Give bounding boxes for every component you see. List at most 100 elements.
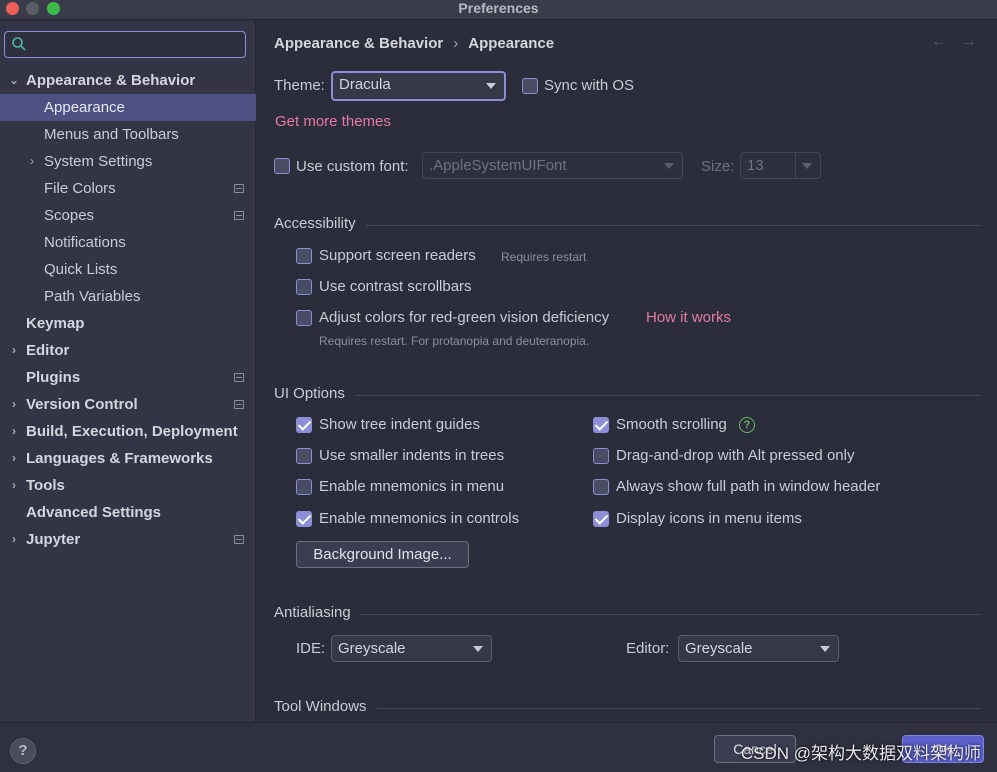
tool-windows-title: Tool Windows <box>274 698 377 715</box>
project-level-icon <box>234 184 244 193</box>
sidebar-item-label: Advanced Settings <box>26 504 162 521</box>
menu-icons-checkbox[interactable] <box>593 511 609 527</box>
smooth-scrolling-checkbox[interactable] <box>593 417 609 433</box>
chevron-down-icon <box>820 646 830 652</box>
full-path-header-checkbox[interactable] <box>593 479 609 495</box>
sidebar-item-label: Notifications <box>44 234 126 251</box>
sidebar-item-quick-lists[interactable]: Quick Lists <box>0 256 256 283</box>
theme-label: Theme: <box>274 77 325 94</box>
sidebar-item-tools[interactable]: › Tools <box>0 472 256 499</box>
chevron-right-icon[interactable]: › <box>8 337 20 364</box>
color-deficiency-note: Requires restart. For protanopia and deu… <box>319 334 590 348</box>
help-icon[interactable]: ? <box>739 417 755 433</box>
theme-dropdown[interactable]: Dracula <box>331 71 506 101</box>
search-icon <box>12 37 26 51</box>
accessibility-section: Accessibility <box>274 215 981 235</box>
sidebar-item-file-colors[interactable]: File Colors <box>0 175 256 202</box>
get-more-themes-link[interactable]: Get more themes <box>275 113 391 130</box>
color-deficiency-checkbox[interactable] <box>296 310 312 326</box>
sidebar-item-keymap[interactable]: Keymap <box>0 310 256 337</box>
search-input[interactable] <box>4 31 246 58</box>
sidebar-item-label: Keymap <box>26 315 85 332</box>
project-level-icon <box>234 400 244 409</box>
mnemonics-menu-checkbox[interactable] <box>296 479 312 495</box>
settings-panel: Appearance & Behavior › Appearance ← → Them… <box>257 21 997 722</box>
sidebar-item-label: Plugins <box>26 369 81 386</box>
theme-value: Dracula <box>339 76 391 93</box>
font-dropdown[interactable]: .AppleSystemUIFont <box>422 152 683 179</box>
editor-antialiasing-dropdown[interactable]: Greyscale <box>678 635 839 662</box>
sidebar-item-appearance[interactable]: Appearance <box>0 94 256 121</box>
sidebar-item-version-control[interactable]: › Version Control <box>0 391 256 418</box>
mnemonics-controls-checkbox[interactable] <box>296 511 312 527</box>
accessibility-title: Accessibility <box>274 215 366 232</box>
settings-tree: ⌄ Appearance & Behavior Appearance Menus an… <box>0 67 256 553</box>
sidebar-item-menus-and-toolbars[interactable]: Menus and Toolbars <box>0 121 256 148</box>
back-arrow-icon[interactable]: ← <box>931 33 947 50</box>
breadcrumb-parent[interactable]: Appearance & Behavior <box>274 35 443 52</box>
screen-readers-checkbox[interactable] <box>296 248 312 264</box>
section-divider <box>274 708 981 709</box>
dialog-footer: ? Cancel OK CSDN @架构大数据双料架构师 <box>0 722 997 772</box>
watermark-text: CSDN @架构大数据双料架构师 <box>740 744 981 763</box>
forward-arrow-icon[interactable]: → <box>961 33 977 50</box>
sidebar-item-advanced-settings[interactable]: Advanced Settings <box>0 499 256 526</box>
chevron-right-icon[interactable]: › <box>8 445 20 472</box>
project-level-icon <box>234 535 244 544</box>
chevron-right-icon[interactable]: › <box>8 526 20 553</box>
sidebar-item-path-variables[interactable]: Path Variables <box>0 283 256 310</box>
sidebar-item-label: Editor <box>26 342 70 359</box>
breadcrumb-separator: › <box>453 35 459 52</box>
sync-with-os-checkbox[interactable] <box>522 78 538 94</box>
ide-antialiasing-value: Greyscale <box>338 640 406 657</box>
color-deficiency-label: Adjust colors for red-green vision defic… <box>319 309 610 326</box>
sync-with-os-label: Sync with OS <box>544 77 635 94</box>
combo-divider <box>795 153 796 178</box>
chevron-right-icon[interactable]: › <box>8 391 20 418</box>
sidebar-item-label: Quick Lists <box>44 261 118 278</box>
chevron-down-icon <box>664 163 674 169</box>
chevron-right-icon[interactable]: › <box>8 418 20 445</box>
sidebar-item-label: Version Control <box>26 396 138 413</box>
contrast-scrollbars-label: Use contrast scrollbars <box>319 278 472 295</box>
smaller-indents-checkbox[interactable] <box>296 448 312 464</box>
chevron-down-icon <box>473 646 483 652</box>
sidebar-item-label: Jupyter <box>26 531 81 548</box>
drag-drop-alt-checkbox[interactable] <box>593 448 609 464</box>
breadcrumb: Appearance & Behavior › Appearance <box>274 35 554 52</box>
sidebar-item-label: Menus and Toolbars <box>44 126 179 143</box>
use-custom-font-label: Use custom font: <box>296 158 409 175</box>
antialiasing-title: Antialiasing <box>274 604 361 621</box>
sidebar-item-jupyter[interactable]: › Jupyter <box>0 526 256 553</box>
sidebar-item-notifications[interactable]: Notifications <box>0 229 256 256</box>
drag-drop-alt-label: Drag-and-drop with Alt pressed only <box>616 447 855 464</box>
chevron-right-icon[interactable]: › <box>8 472 20 499</box>
background-image-button[interactable]: Background Image... <box>296 541 469 568</box>
tree-indent-guides-checkbox[interactable] <box>296 417 312 433</box>
sidebar-item-label: System Settings <box>44 153 153 170</box>
settings-sidebar: ⌄ Appearance & Behavior Appearance Menus an… <box>0 21 256 722</box>
chevron-down-icon[interactable]: ⌄ <box>8 67 20 94</box>
sidebar-item-label: File Colors <box>44 180 116 197</box>
sidebar-item-label: Build, Execution, Deployment <box>26 423 238 440</box>
sidebar-item-appearance-behavior[interactable]: ⌄ Appearance & Behavior <box>0 67 256 94</box>
screen-readers-label: Support screen readers <box>319 247 476 264</box>
sidebar-item-label: Scopes <box>44 207 95 224</box>
sidebar-item-scopes[interactable]: Scopes <box>0 202 256 229</box>
chevron-right-icon[interactable]: › <box>26 148 38 175</box>
sidebar-item-system-settings[interactable]: › System Settings <box>0 148 256 175</box>
sidebar-item-build-execution-deployment[interactable]: › Build, Execution, Deployment <box>0 418 256 445</box>
size-label: Size: <box>701 158 735 175</box>
use-custom-font-checkbox[interactable] <box>274 158 290 174</box>
ide-antialiasing-dropdown[interactable]: Greyscale <box>331 635 492 662</box>
mnemonics-controls-label: Enable mnemonics in controls <box>319 510 520 527</box>
help-button[interactable]: ? <box>10 738 36 764</box>
antialiasing-section: Antialiasing <box>274 604 981 624</box>
sidebar-item-languages-frameworks[interactable]: › Languages & Frameworks <box>0 445 256 472</box>
font-size-combo[interactable]: 13 <box>740 152 821 179</box>
sidebar-item-plugins[interactable]: Plugins <box>0 364 256 391</box>
contrast-scrollbars-checkbox[interactable] <box>296 279 312 295</box>
how-it-works-link[interactable]: How it works <box>646 309 731 326</box>
ide-antialiasing-label: IDE: <box>296 640 326 657</box>
sidebar-item-editor[interactable]: › Editor <box>0 337 256 364</box>
